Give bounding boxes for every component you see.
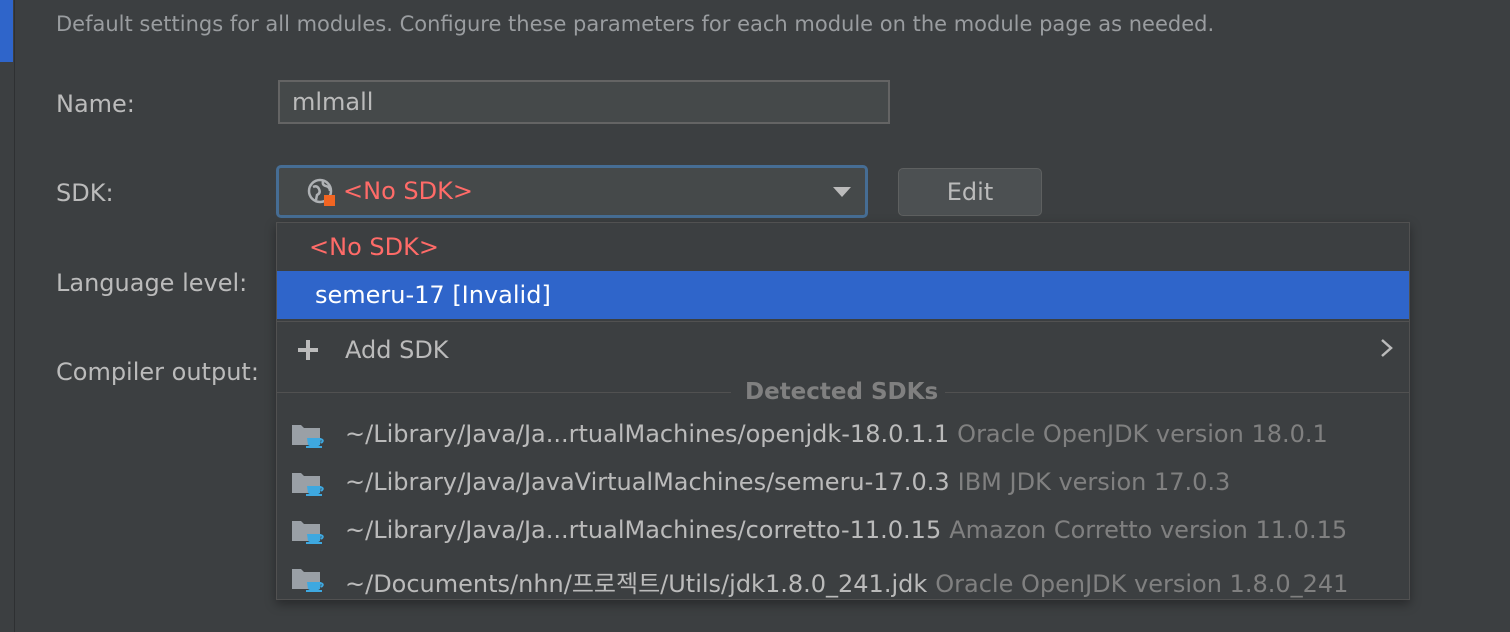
sdk-path: ~/Library/Java/JavaVirtualMachines/semer… — [345, 468, 950, 496]
semeru-17-label: semeru-17 [Invalid] — [315, 281, 551, 309]
sdk-path: ~/Library/Java/Ja...rtualMachines/corret… — [345, 516, 942, 544]
sdk-dropdown-popup: <No SDK> semeru-17 [Invalid] Add SDK Det… — [276, 222, 1410, 600]
plus-icon — [295, 331, 321, 371]
sdk-path: ~/Library/Java/Ja...rtualMachines/openjd… — [345, 420, 950, 448]
add-sdk-label: Add SDK — [345, 336, 449, 364]
section-divider-right — [945, 392, 1409, 393]
chevron-down-icon[interactable] — [833, 187, 851, 197]
sdk-combobox[interactable]: <No SDK> — [276, 165, 868, 218]
name-input[interactable] — [278, 80, 890, 124]
detected-sdks-header: Detected SDKs — [277, 375, 1409, 411]
sdk-path: ~/Documents/nhn/프로젝트/Utils/jdk1.8.0_241.… — [345, 570, 928, 598]
edit-sdk-button[interactable]: Edit — [898, 168, 1042, 216]
compiler-output-label: Compiler output: — [56, 358, 259, 386]
language-level-label: Language level: — [56, 269, 248, 297]
detected-sdk-item[interactable]: ~/Documents/nhn/프로젝트/Utils/jdk1.8.0_241.… — [277, 555, 1409, 603]
jdk-folder-icon — [291, 469, 325, 505]
no-sdk-label: <No SDK> — [309, 233, 439, 261]
sdk-version: Oracle OpenJDK version 18.0.1 — [957, 420, 1328, 448]
settings-sidebar-edge — [0, 0, 15, 632]
detected-sdks-title: Detected SDKs — [745, 379, 939, 405]
jdk-folder-icon — [291, 421, 325, 457]
jdk-folder-icon — [291, 565, 325, 601]
detected-sdk-item[interactable]: ~/Library/Java/JavaVirtualMachines/semer… — [277, 459, 1409, 507]
sdk-selected-value: <No SDK> — [343, 177, 473, 205]
dropdown-separator — [277, 321, 1409, 322]
chevron-right-icon — [1379, 335, 1395, 367]
jdk-folder-icon — [291, 517, 325, 553]
dropdown-item-no-sdk[interactable]: <No SDK> — [277, 223, 1409, 271]
sdk-version: IBM JDK version 17.0.3 — [957, 468, 1231, 496]
panel-description: Default settings for all modules. Config… — [56, 12, 1215, 36]
detected-sdk-item[interactable]: ~/Library/Java/Ja...rtualMachines/corret… — [277, 507, 1409, 555]
dropdown-item-semeru-17[interactable]: semeru-17 [Invalid] — [277, 271, 1409, 319]
add-sdk-item[interactable]: Add SDK — [277, 325, 1409, 373]
sdk-version: Oracle OpenJDK version 1.8.0_241 — [935, 570, 1349, 598]
sidebar-selection-indicator — [0, 0, 13, 62]
sdk-version: Amazon Corretto version 11.0.15 — [949, 516, 1348, 544]
globe-icon — [307, 178, 337, 212]
detected-sdk-item[interactable]: ~/Library/Java/Ja...rtualMachines/openjd… — [277, 411, 1409, 459]
project-settings-panel: Default settings for all modules. Config… — [0, 0, 1510, 632]
name-label: Name: — [56, 90, 135, 118]
section-divider-left — [277, 392, 731, 393]
sdk-label: SDK: — [56, 179, 114, 207]
